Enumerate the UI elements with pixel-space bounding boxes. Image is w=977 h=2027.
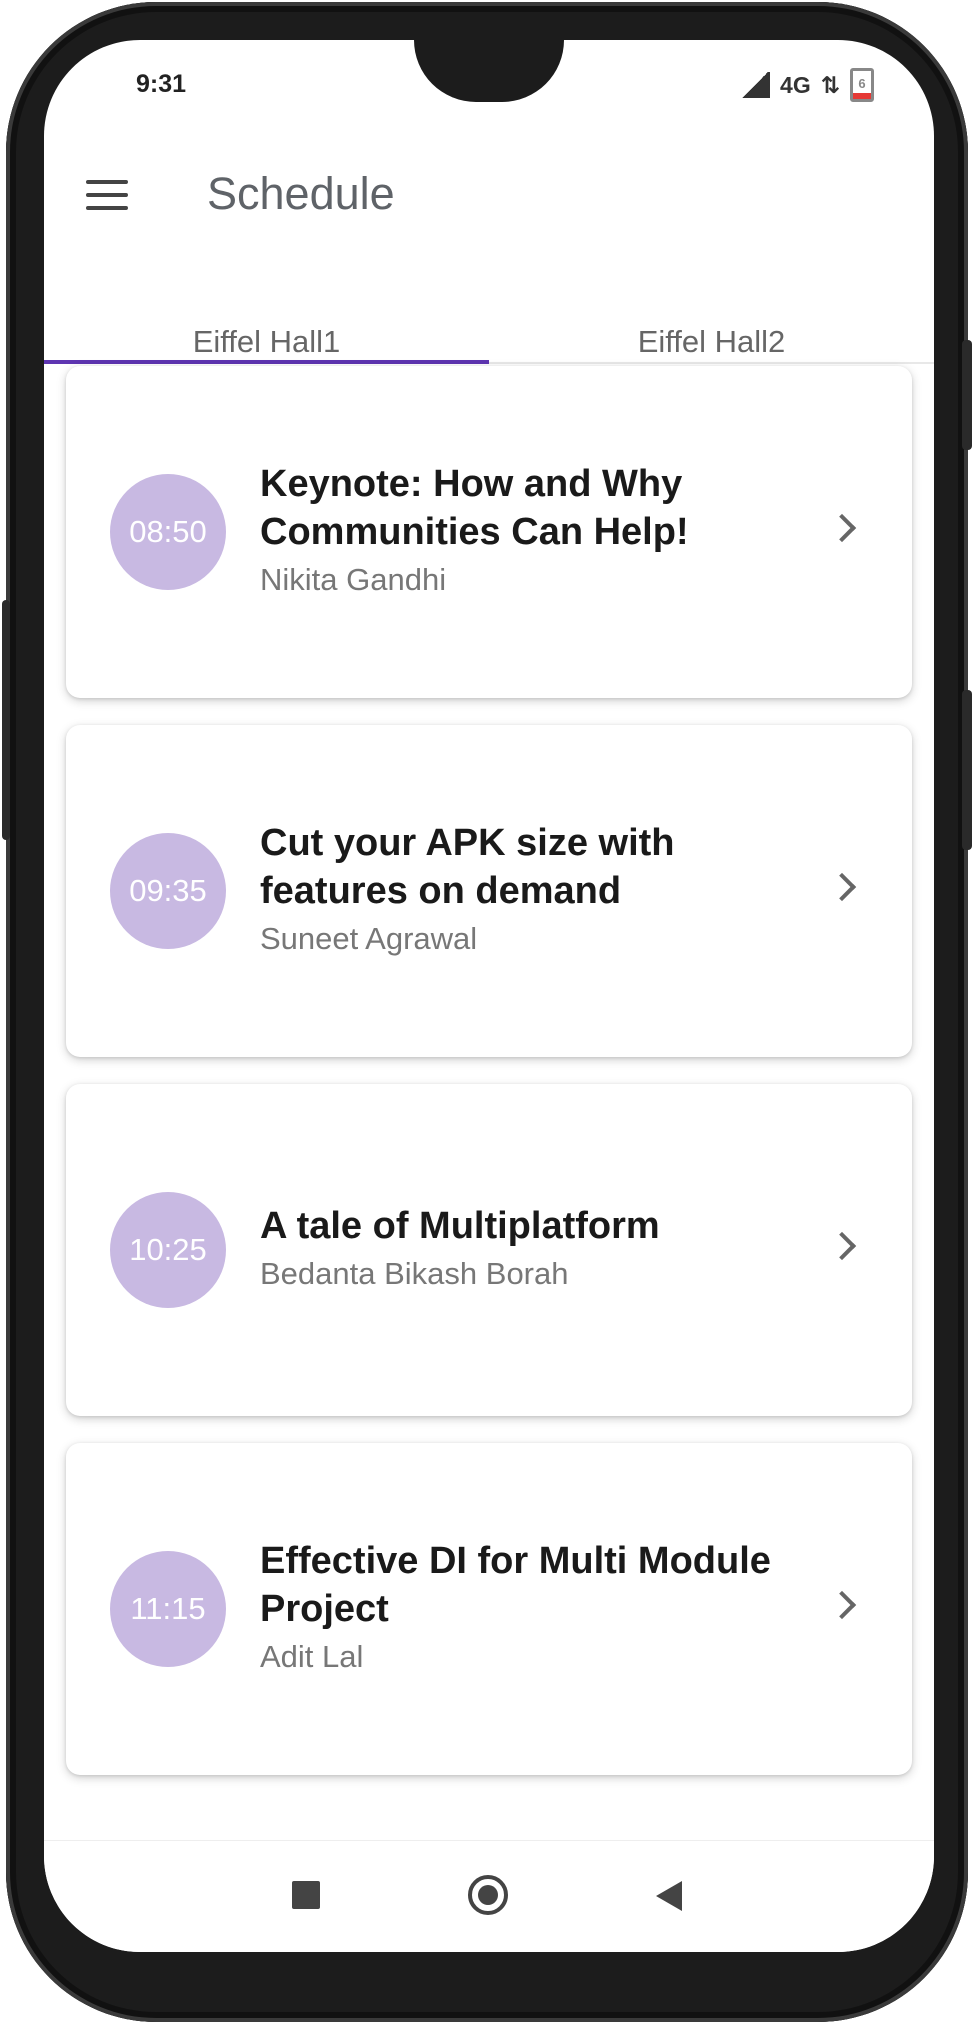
session-card[interactable]: 09:35 Cut your APK size with features on… — [66, 725, 912, 1057]
signal-icon — [740, 72, 771, 98]
status-time: 9:31 — [136, 70, 187, 98]
notch — [414, 40, 564, 102]
system-nav-bar — [44, 1840, 934, 1952]
left-button — [2, 600, 10, 840]
session-title-line: Cut your APK size with — [260, 822, 675, 864]
page-title: Schedule — [207, 168, 395, 219]
app-bar: Schedule — [44, 150, 934, 242]
session-time: 08:50 — [110, 474, 226, 590]
session-time: 10:25 — [110, 1192, 226, 1308]
session-card[interactable]: 11:15 Effective DI for Multi Module Proj… — [66, 1443, 912, 1775]
chevron-right-icon — [827, 1231, 857, 1261]
battery-icon: 6 — [850, 68, 874, 102]
chevron-right-icon — [827, 872, 857, 902]
session-title-line: A tale of Multiplatform — [260, 1205, 660, 1247]
tab-eiffel-hall2[interactable]: Eiffel Hall2 — [489, 280, 934, 362]
chevron-right-icon — [827, 1590, 857, 1620]
session-title-line: Communities Can Help! — [260, 511, 689, 553]
session-card[interactable]: 10:25 A tale of Multiplatform Bedanta Bi… — [66, 1084, 912, 1416]
battery-level: 6 — [858, 76, 866, 91]
session-time: 09:35 — [110, 833, 226, 949]
status-icons: 4G ⇅ 6 — [740, 68, 874, 102]
volume-button — [962, 340, 972, 450]
data-arrows-icon: ⇅ — [820, 71, 840, 98]
recents-icon[interactable] — [292, 1881, 320, 1909]
home-icon[interactable] — [468, 1875, 508, 1915]
screen: 9:31 4G ⇅ 6 Schedule Eiffel Hall1 Eiffel… — [44, 40, 934, 1952]
network-label: 4G — [780, 71, 811, 98]
back-icon[interactable] — [656, 1881, 682, 1911]
power-button — [962, 690, 972, 850]
session-speaker: Adit Lal — [260, 1639, 364, 1674]
session-title-line: Project — [260, 1588, 389, 1630]
session-title-line: Keynote: How and Why — [260, 463, 683, 505]
hall-tabs: Eiffel Hall1 Eiffel Hall2 — [44, 280, 934, 364]
phone-frame: 9:31 4G ⇅ 6 Schedule Eiffel Hall1 Eiffel… — [0, 0, 977, 2027]
tab-eiffel-hall1[interactable]: Eiffel Hall1 — [44, 280, 489, 364]
session-speaker: Suneet Agrawal — [260, 921, 478, 956]
session-time: 11:15 — [110, 1551, 226, 1667]
menu-icon[interactable] — [86, 180, 128, 210]
chevron-right-icon — [827, 513, 857, 543]
session-speaker: Bedanta Bikash Borah — [260, 1256, 569, 1291]
session-speaker: Nikita Gandhi — [260, 562, 447, 597]
session-card[interactable]: 08:50 Keynote: How and Why Communities C… — [66, 366, 912, 698]
session-title-line: features on demand — [260, 870, 622, 912]
session-title-line: Effective DI for Multi Module — [260, 1540, 771, 1582]
